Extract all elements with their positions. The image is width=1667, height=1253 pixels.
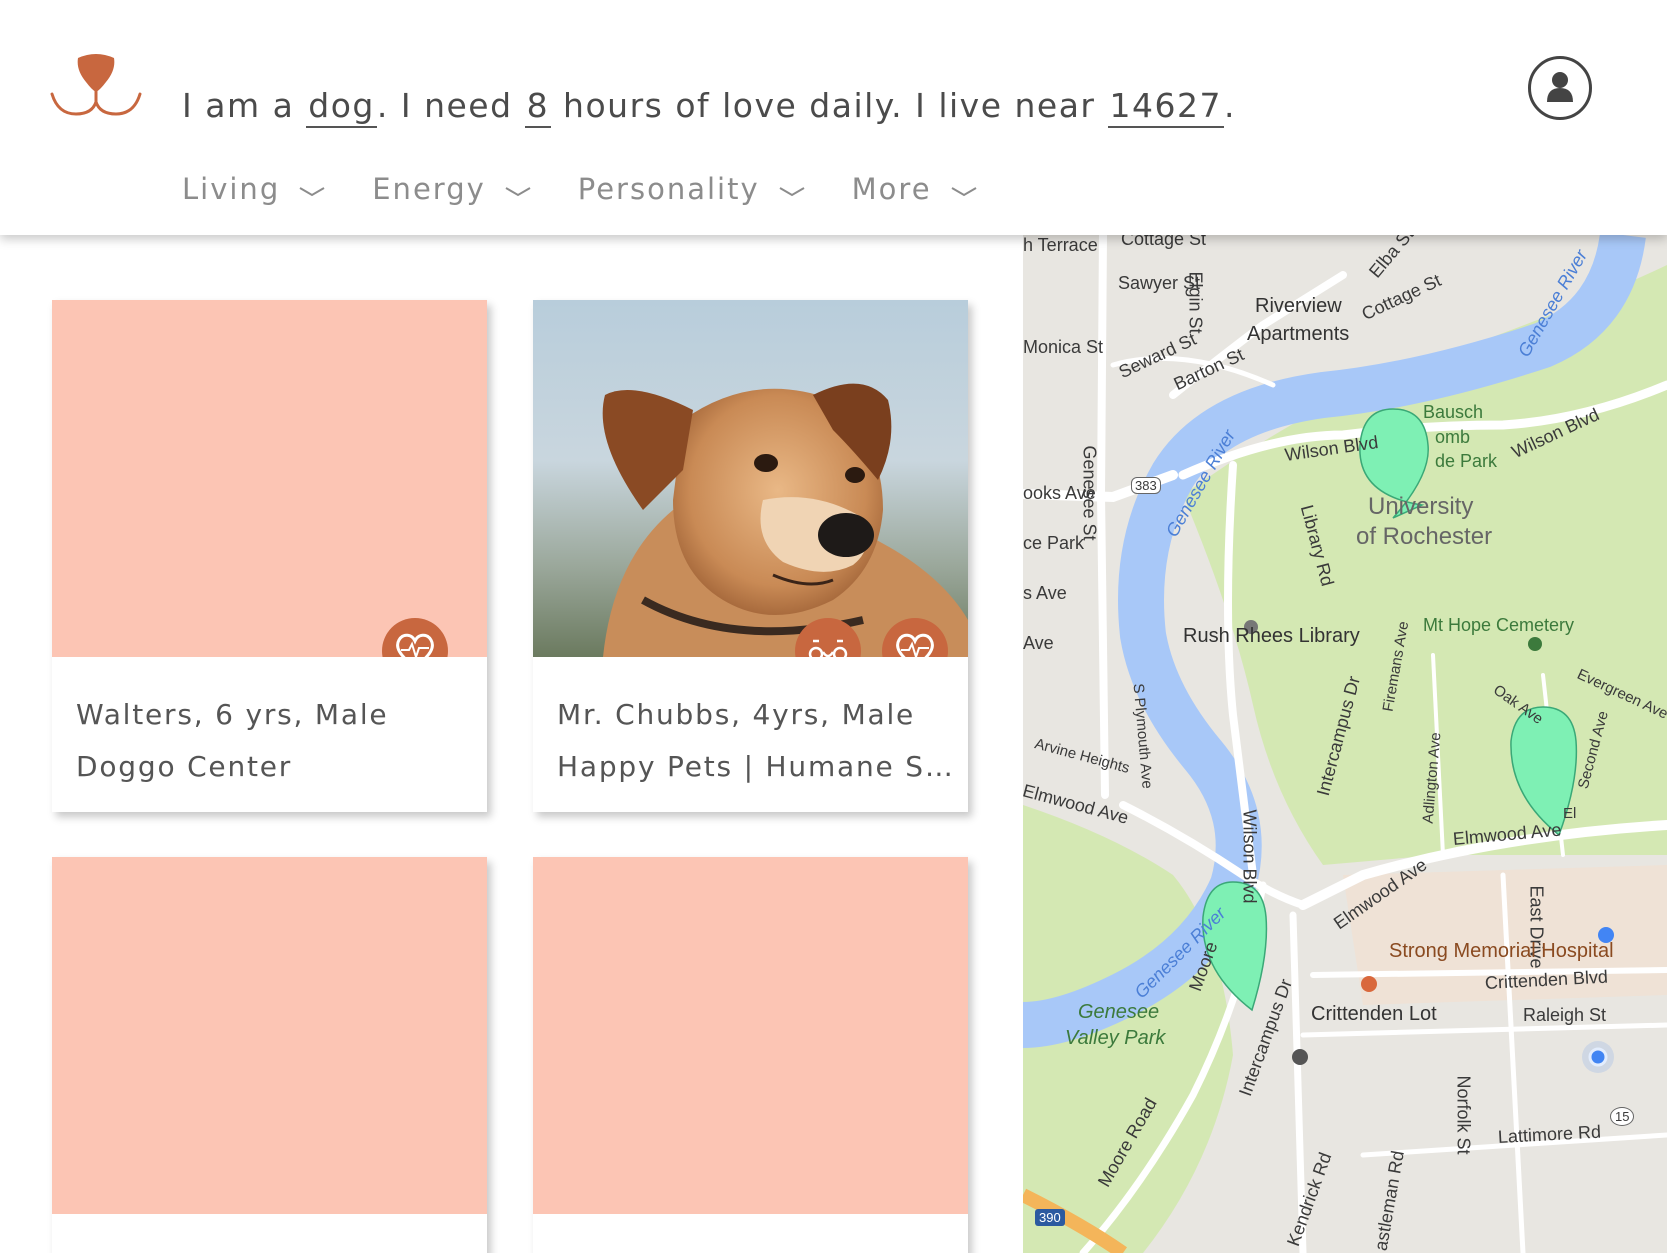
hours-selector[interactable]: 8 xyxy=(524,89,552,128)
filter-energy[interactable]: Energy xyxy=(372,172,532,206)
pet-card[interactable] xyxy=(52,857,487,1253)
map-label: Bausch xyxy=(1423,402,1484,422)
pet-shelter: Doggo Center xyxy=(76,750,293,783)
filter-label: Personality xyxy=(577,172,760,206)
pet-name-age-sex: Walters, 6 yrs, Male xyxy=(76,698,389,731)
map-label: Strong Memorial Hospital xyxy=(1389,940,1614,962)
filter-living[interactable]: Living xyxy=(182,172,326,206)
pet-card[interactable]: Mr. Chubbs, 4yrs, Male Happy Pets | Huma… xyxy=(533,300,968,812)
pet-photo xyxy=(533,300,968,657)
map-label: de Park xyxy=(1435,451,1498,471)
map-label: Raleigh St xyxy=(1523,1005,1607,1025)
map-label: El xyxy=(1563,805,1577,822)
heart-pulse-icon xyxy=(396,633,434,657)
map-label: Mt Hope Cemetery xyxy=(1423,615,1575,635)
sentence-text: I am a xyxy=(182,86,307,125)
map-label: ooks Ave xyxy=(1023,483,1096,503)
sentence-text: . I need xyxy=(376,86,525,125)
map-label: Genesee xyxy=(1078,1001,1160,1023)
chevron-down-icon xyxy=(505,187,531,197)
filter-label: Energy xyxy=(372,172,486,206)
zip-code-input[interactable]: 14627 xyxy=(1107,89,1224,128)
pet-photo-placeholder xyxy=(52,857,487,1214)
pet-info: Mr. Chubbs, 4yrs, Male Happy Pets | Huma… xyxy=(533,657,968,812)
search-sentence: I am a dog. I need 8 hours of love daily… xyxy=(182,86,1236,128)
filter-label: More xyxy=(851,172,932,206)
map-label: Riverview xyxy=(1255,295,1342,317)
map-label: University xyxy=(1368,493,1474,520)
pet-photo-placeholder xyxy=(52,300,487,657)
map-label: s Ave xyxy=(1023,583,1067,603)
map-label: ce Park xyxy=(1023,533,1085,553)
chevron-down-icon xyxy=(299,187,325,197)
pet-info: Walters, 6 yrs, Male Doggo Center xyxy=(52,657,487,812)
map-label: Ave xyxy=(1023,633,1054,653)
map-label: Valley Park xyxy=(1065,1027,1166,1049)
filter-more[interactable]: More xyxy=(852,172,978,206)
pet-photo-placeholder xyxy=(533,857,968,1214)
map-view[interactable]: h Terrace Cottage St Sawyer St Elgin St … xyxy=(1023,235,1667,1253)
user-profile-icon xyxy=(1547,72,1573,102)
map-label: Apartments xyxy=(1247,323,1350,345)
map-label: Cottage St xyxy=(1121,235,1207,249)
profile-button[interactable] xyxy=(1528,56,1592,120)
pet-card[interactable]: Walters, 6 yrs, Male Doggo Center xyxy=(52,300,487,812)
sentence-text: hours of love daily. I live near xyxy=(551,86,1108,125)
map-label: omb xyxy=(1435,427,1471,447)
map-label: Rush Rhees Library xyxy=(1183,625,1360,647)
map-label: Wilson Blvd xyxy=(1239,809,1260,904)
route-shield: 383 xyxy=(1131,477,1161,494)
top-bar: I am a dog. I need 8 hours of love daily… xyxy=(0,0,1667,235)
pet-shelter: Happy Pets | Humane So... xyxy=(557,750,957,783)
filter-personality[interactable]: Personality xyxy=(578,172,806,206)
map-label: Monica St xyxy=(1023,337,1104,357)
map-label: h Terrace xyxy=(1023,235,1098,255)
pet-name-age-sex: Mr. Chubbs, 4yrs, Male xyxy=(557,698,916,731)
chevron-down-icon xyxy=(779,187,805,197)
map-label: of Rochester xyxy=(1356,523,1493,550)
happy-face-icon xyxy=(808,639,848,657)
animal-selector[interactable]: dog xyxy=(306,89,377,128)
map-label: Elgin St xyxy=(1185,271,1206,334)
heart-pulse-icon xyxy=(896,633,934,657)
paw-smile-logo-icon[interactable] xyxy=(48,52,144,124)
map-label: Crittenden Lot xyxy=(1311,1003,1437,1025)
interstate-shield: 390 xyxy=(1035,1209,1065,1226)
filter-bar: Living Energy Personality More xyxy=(182,172,1024,206)
map-label: Norfolk St xyxy=(1453,1075,1474,1155)
dog-photo-image xyxy=(602,383,968,657)
pet-card[interactable] xyxy=(533,857,968,1253)
sentence-text: . xyxy=(1223,86,1236,125)
favorite-button[interactable] xyxy=(382,618,448,657)
filter-label: Living xyxy=(182,172,281,206)
chevron-down-icon xyxy=(951,187,977,197)
